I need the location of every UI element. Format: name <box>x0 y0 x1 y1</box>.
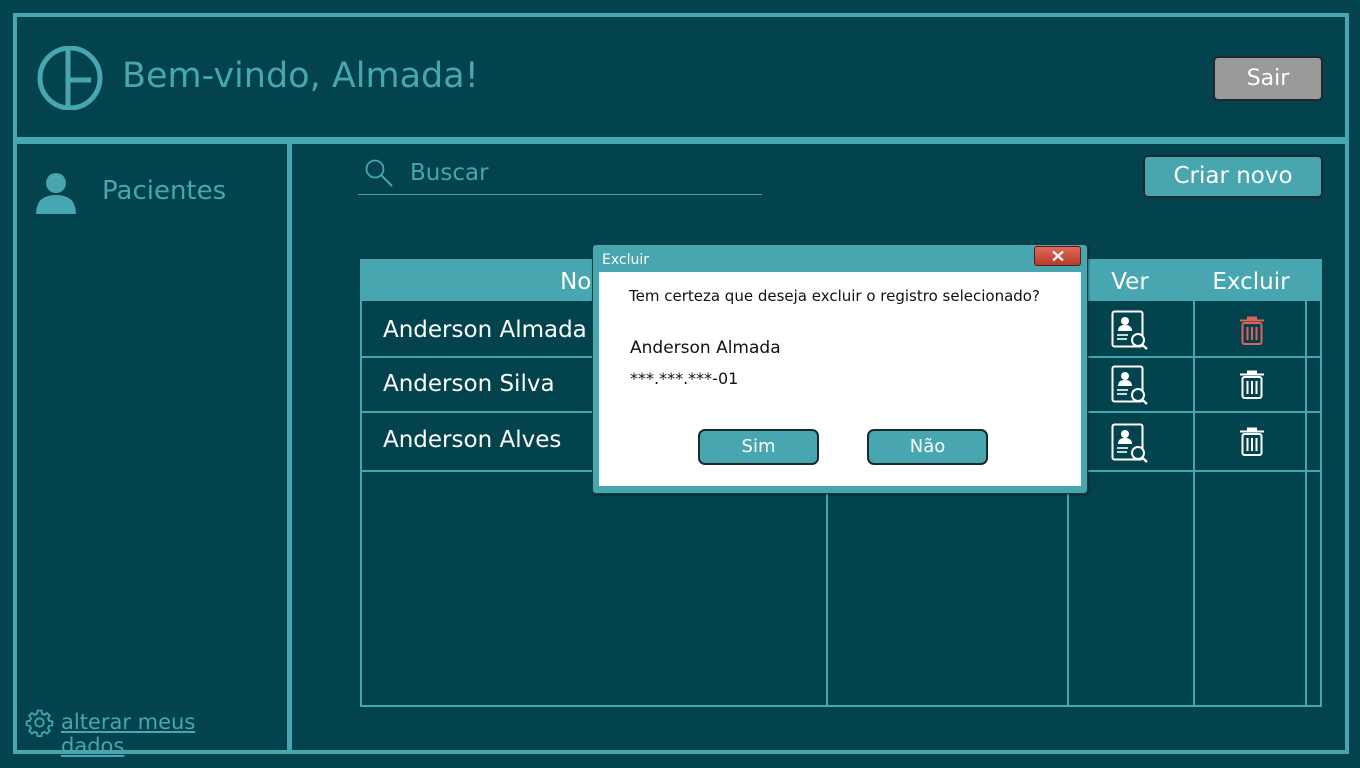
sidebar-item-pacientes[interactable]: Pacientes <box>34 168 264 214</box>
dialog-question: Tem certeza que deseja excluir o registr… <box>629 287 1040 305</box>
settings-link-label: alterar meus dados <box>61 710 196 758</box>
dialog-body: Tem certeza que deseja excluir o registr… <box>599 272 1081 486</box>
table-row-name[interactable]: Anderson Almada <box>383 317 587 343</box>
confirm-yes-button[interactable]: Sim <box>698 429 819 465</box>
table-row-name[interactable]: Anderson Silva <box>383 371 555 397</box>
dialog-close-button[interactable] <box>1034 246 1081 266</box>
sidebar-item-label: Pacientes <box>102 176 227 206</box>
user-icon <box>34 170 78 214</box>
dialog-record-id: ***.***.***-01 <box>630 369 739 388</box>
settings-link[interactable]: alterar meus dados <box>25 708 255 758</box>
view-record-icon[interactable] <box>1111 365 1149 405</box>
delete-confirm-dialog: Excluir Tem certeza que deseja excluir o… <box>592 244 1088 494</box>
sidebar-panel <box>13 140 292 754</box>
column-header-excluir: Excluir <box>1212 269 1290 295</box>
search-input[interactable]: Buscar <box>358 154 762 195</box>
column-divider <box>1305 301 1307 707</box>
table-row-name[interactable]: Anderson Alves <box>383 427 561 453</box>
create-new-button[interactable]: Criar novo <box>1143 155 1323 198</box>
view-record-icon[interactable] <box>1111 310 1149 350</box>
delete-trash-icon[interactable] <box>1239 427 1265 457</box>
confirm-no-button[interactable]: Não <box>867 429 988 465</box>
dialog-record-name: Anderson Almada <box>630 338 781 358</box>
delete-trash-icon[interactable] <box>1239 370 1265 400</box>
logout-button[interactable]: Sair <box>1213 56 1323 101</box>
gear-icon <box>25 708 54 737</box>
search-icon <box>364 158 394 188</box>
delete-trash-icon[interactable] <box>1239 316 1265 346</box>
view-record-icon[interactable] <box>1111 423 1149 463</box>
search-placeholder: Buscar <box>410 160 489 186</box>
app-logo <box>35 45 105 111</box>
close-icon <box>1052 250 1064 262</box>
welcome-title: Bem-vindo, Almada! <box>122 56 479 96</box>
column-divider <box>1193 301 1195 707</box>
dialog-title: Excluir <box>602 252 649 268</box>
